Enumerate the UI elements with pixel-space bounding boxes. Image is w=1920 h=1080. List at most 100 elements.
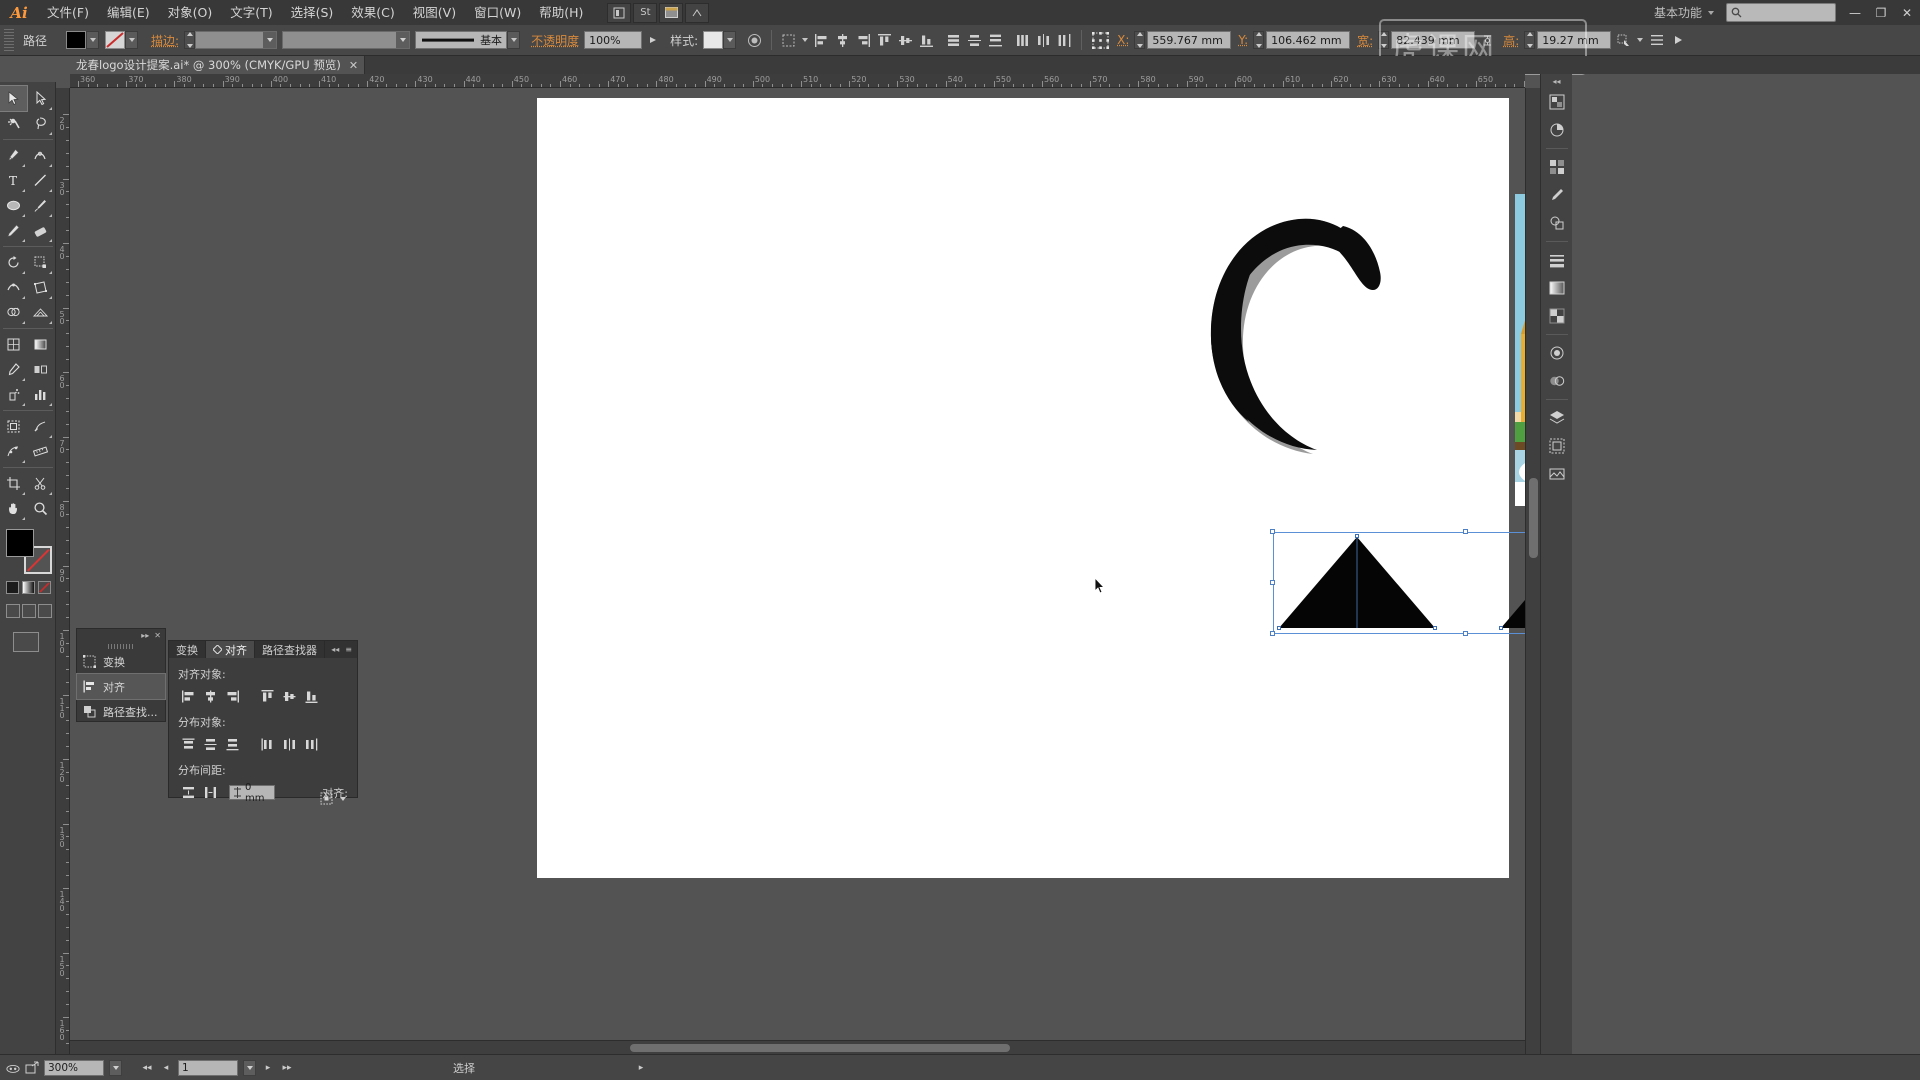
fill-color-box[interactable] (6, 529, 34, 557)
prev-artboard-button[interactable]: ◂ (159, 1060, 173, 1076)
search-input[interactable] (1726, 3, 1836, 22)
free-transform-tool[interactable] (27, 275, 54, 300)
panel-icon-pathfinder[interactable]: 路径查找... (77, 699, 165, 724)
tab-align[interactable]: 对齐 (206, 641, 255, 658)
drawing-mode-behind[interactable] (22, 604, 36, 618)
measure-tool[interactable] (27, 439, 54, 464)
crop-image-tool[interactable] (0, 471, 27, 496)
stock-button[interactable]: St (633, 2, 658, 23)
x-stepper[interactable] (1134, 31, 1146, 49)
selection-handle-bl[interactable] (1270, 631, 1275, 636)
menu-help[interactable]: 帮助(H) (530, 0, 592, 25)
dock-layers[interactable] (1541, 404, 1573, 432)
cloud-sync-icon[interactable] (6, 1060, 20, 1076)
tab-transform[interactable]: 变换 (169, 641, 206, 658)
shape-builder-tool[interactable] (0, 300, 27, 325)
constrain-proportions-icon[interactable] (1477, 30, 1498, 51)
share-icon[interactable] (25, 1060, 39, 1076)
fill-color-swatch[interactable] (66, 31, 87, 49)
distribute-horizontal-center-button[interactable] (1033, 30, 1054, 51)
stroke-profile-dropdown[interactable] (282, 31, 411, 49)
brush-dropdown-caret[interactable] (507, 31, 521, 49)
vertical-scrollbar-thumb[interactable] (1529, 478, 1538, 558)
close-icon[interactable]: ✕ (349, 59, 358, 72)
artboard-number-field[interactable]: 1 (178, 1059, 238, 1076)
drawing-mode-normal[interactable] (6, 604, 20, 618)
align-right-button[interactable] (222, 687, 243, 706)
align-top-button[interactable] (257, 687, 278, 706)
eyedropper-tool[interactable] (0, 357, 27, 382)
opacity-flyout-button[interactable] (642, 30, 663, 51)
collapse-panel-icon[interactable]: ◂◂ (331, 645, 339, 654)
transform-flyout-icon[interactable] (778, 30, 799, 51)
close-button[interactable]: ✕ (1894, 0, 1920, 25)
spacing-value-field[interactable]: 0 mm (229, 782, 275, 804)
y-value-field[interactable]: 106.462 mm (1266, 31, 1351, 49)
paintbrush-tool[interactable] (27, 193, 54, 218)
canvas-area[interactable] (70, 88, 1525, 1054)
menu-edit[interactable]: 编辑(E) (98, 0, 159, 25)
menu-effect[interactable]: 效果(C) (342, 0, 403, 25)
select-similar-icon[interactable] (1613, 30, 1634, 51)
align-vertical-center-button[interactable] (895, 30, 916, 51)
distribute-horizontal-center-button[interactable] (279, 735, 300, 754)
align-bottom-button[interactable] (916, 30, 937, 51)
close-panels-icon[interactable]: ✕ (154, 631, 161, 640)
eraser-tool[interactable] (27, 218, 54, 243)
width-value-field[interactable]: 82.439 mm (1391, 31, 1476, 49)
column-graph-tool[interactable] (27, 382, 54, 407)
symbol-sprayer-tool[interactable] (0, 382, 27, 407)
next-artboard-button[interactable]: ▸ (261, 1060, 275, 1076)
width-tool[interactable] (0, 275, 27, 300)
align-right-button[interactable] (853, 30, 874, 51)
selection-bounding-box[interactable] (1273, 532, 1525, 634)
zoom-level-dropdown[interactable] (109, 1059, 122, 1076)
align-to-selection-button[interactable] (316, 789, 337, 808)
fill-color-dropdown[interactable] (86, 31, 100, 49)
puppet-warp-tool[interactable] (0, 439, 27, 464)
align-vertical-center-button[interactable] (279, 687, 300, 706)
selection-handle-tl[interactable] (1270, 529, 1275, 534)
share-button[interactable] (685, 2, 710, 23)
dock-color-guide[interactable] (1541, 116, 1573, 144)
panel-menu-icon[interactable]: ≡ (345, 645, 352, 654)
dock-swatches[interactable] (1541, 153, 1573, 181)
bridge-button[interactable] (607, 2, 632, 23)
screen-mode-toggle[interactable] (13, 632, 39, 652)
menu-object[interactable]: 对象(O) (159, 0, 222, 25)
menu-view[interactable]: 视图(V) (404, 0, 465, 25)
artboard-dropdown[interactable] (243, 1059, 256, 1076)
minimize-button[interactable]: — (1842, 0, 1868, 25)
selection-handle-tc[interactable] (1463, 529, 1468, 534)
control-bar-grip[interactable] (4, 29, 14, 51)
vertical-distribute-space-button[interactable] (178, 783, 199, 802)
dock-brushes[interactable] (1541, 181, 1573, 209)
graphic-style-swatch[interactable] (703, 31, 724, 49)
distribute-vertical-center-button[interactable] (964, 30, 985, 51)
rotate-tool[interactable] (0, 250, 27, 275)
distribute-horizontal-right-button[interactable] (1054, 30, 1075, 51)
height-value-field[interactable]: 19.27 mm (1537, 31, 1612, 49)
blend-tool[interactable] (27, 357, 54, 382)
zoom-level-field[interactable]: 300% (44, 1059, 104, 1076)
dock-appearance[interactable] (1541, 339, 1573, 367)
drawing-mode-inside[interactable] (38, 604, 52, 618)
none-button[interactable] (38, 581, 51, 594)
stroke-weight-field[interactable] (195, 31, 278, 49)
egypt-illustration[interactable] (1515, 194, 1525, 506)
horizontal-distribute-space-button[interactable] (200, 783, 221, 802)
opacity-value-field[interactable]: 100% (584, 31, 643, 49)
vertical-scrollbar[interactable] (1525, 88, 1540, 1054)
path-anchor[interactable] (1499, 626, 1503, 630)
align-left-button[interactable] (178, 687, 199, 706)
stroke-color-dropdown[interactable] (125, 31, 139, 49)
dock-symbols[interactable] (1541, 209, 1573, 237)
align-left-button[interactable] (811, 30, 832, 51)
panel-icon-transform[interactable]: 变换 (77, 649, 165, 674)
selection-tool[interactable] (0, 85, 28, 112)
direct-selection-tool[interactable] (27, 86, 54, 111)
document-tab[interactable]: 龙春logo设计提案.ai* @ 300% (CMYK/GPU 预览) ✕ (70, 56, 366, 74)
dock-stroke[interactable] (1541, 246, 1573, 274)
dock-links[interactable] (1541, 460, 1573, 488)
scissors-tool[interactable] (27, 471, 54, 496)
